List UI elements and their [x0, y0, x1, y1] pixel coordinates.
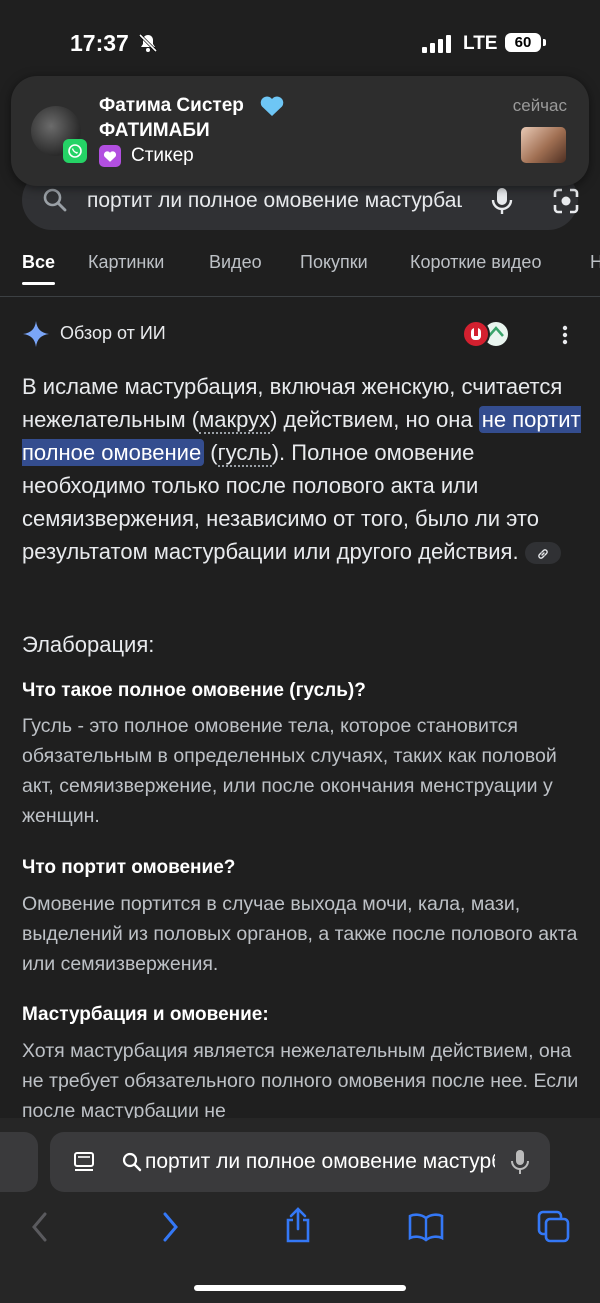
search-icon: [43, 188, 67, 212]
microphone-icon[interactable]: [490, 186, 514, 216]
blue-heart-icon: [260, 96, 284, 116]
sticker-thumbnail: [521, 127, 566, 163]
signal-icon: [422, 35, 451, 53]
whatsapp-icon: [63, 139, 87, 163]
section-text: Омовение портится в случае выхода мочи, …: [22, 893, 578, 975]
previous-tab-address[interactable]: [0, 1132, 38, 1192]
notification-message: Стикер: [131, 145, 194, 166]
bookmarks-icon[interactable]: [408, 1212, 444, 1242]
microphone-icon[interactable]: [510, 1149, 530, 1175]
network-type: LTE: [463, 33, 498, 54]
link-icon: [537, 549, 548, 560]
tabs-icon[interactable]: [537, 1210, 571, 1244]
tab-more[interactable]: Н: [590, 252, 600, 273]
battery-icon: [543, 39, 546, 46]
tab-images[interactable]: Картинки: [88, 252, 164, 273]
source-favicons-icon[interactable]: [461, 319, 511, 349]
gemini-spark-icon: [23, 321, 49, 347]
ai-overview-text: В исламе мастурбация, включая женскую, с…: [22, 370, 582, 568]
home-indicator[interactable]: [194, 1285, 406, 1291]
search-query[interactable]: портит ли полное омовение мастурбация: [87, 189, 462, 213]
tab-shopping[interactable]: Покупки: [300, 252, 368, 273]
section-text: Хотя мастурбация является нежелательным …: [22, 1040, 579, 1122]
page-menu-icon[interactable]: [72, 1150, 96, 1174]
search-icon: [122, 1152, 142, 1172]
more-options-icon[interactable]: [560, 324, 570, 346]
section-title: Что такое полное омовение (гусль)?: [22, 680, 366, 701]
ai-text-part: (: [204, 440, 218, 465]
notification-banner[interactable]: Фатима Систер ФАТИМАБИ Стикер сейчас: [11, 76, 589, 186]
elaboration-heading: Элаборация:: [22, 632, 155, 657]
tab-short-videos[interactable]: Короткие видео: [410, 252, 541, 273]
term-gusl[interactable]: гусль: [217, 440, 272, 467]
purple-heart-icon: [99, 145, 121, 167]
source-link-button[interactable]: [524, 542, 561, 565]
ai-text-part: ) действием, но она: [270, 407, 479, 432]
share-icon[interactable]: [283, 1206, 313, 1244]
term-makruh[interactable]: макрух: [199, 407, 271, 434]
notification-time: сейчас: [512, 96, 567, 115]
google-lens-icon[interactable]: [552, 187, 580, 215]
section-title: Что портит омовение?: [22, 857, 236, 878]
notification-sender: Фатима Систер: [99, 95, 244, 116]
address-bar[interactable]: портит ли полное омовение мастурбация: [50, 1132, 550, 1192]
section-title: Мастурбация и омовение:: [22, 1004, 269, 1025]
tab-active-indicator: [22, 282, 55, 285]
battery-level: 60: [505, 33, 541, 52]
divider: [0, 296, 600, 297]
address-text[interactable]: портит ли полное омовение мастурбация: [145, 1150, 495, 1174]
tab-all[interactable]: Все: [22, 252, 55, 273]
section-text: Гусль - это полное омовение тела, которо…: [22, 715, 557, 827]
back-icon[interactable]: [30, 1210, 50, 1244]
bell-muted-icon: [138, 33, 158, 53]
ai-overview-title: Обзор от ИИ: [60, 323, 166, 343]
status-time: 17:37: [70, 30, 129, 56]
tab-videos[interactable]: Видео: [209, 252, 262, 273]
notification-group: ФАТИМАБИ: [99, 120, 210, 141]
forward-icon[interactable]: [160, 1210, 180, 1244]
